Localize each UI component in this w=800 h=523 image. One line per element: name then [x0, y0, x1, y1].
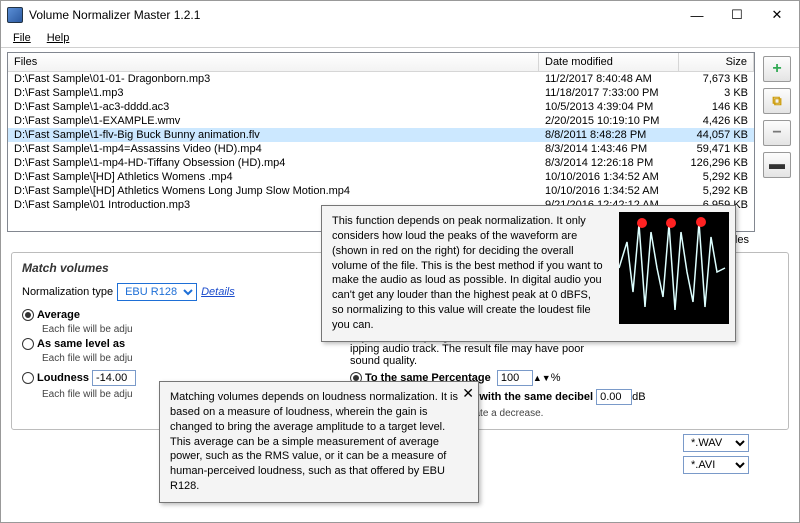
- minimize-button[interactable]: —: [677, 2, 717, 28]
- peak-dot-icon: [637, 218, 647, 228]
- db-input[interactable]: [596, 389, 632, 405]
- peak-dot-icon: [696, 217, 706, 227]
- table-row[interactable]: D:\Fast Sample\[HD] Athletics Womens .mp…: [8, 170, 754, 184]
- radio-icon: [22, 309, 34, 321]
- loudness-tooltip-text: Matching volumes depends on loudness nor…: [160, 382, 478, 502]
- header-files[interactable]: Files: [8, 53, 539, 71]
- radio-same-level[interactable]: As same level as: [22, 338, 332, 350]
- app-icon: [7, 7, 23, 23]
- loudness-tooltip: ✕ Matching volumes depends on loudness n…: [159, 381, 479, 503]
- radio-icon: [22, 338, 34, 350]
- details-link[interactable]: Details: [201, 286, 235, 298]
- table-row[interactable]: D:\Fast Sample\1-ac3-dddd.ac310/5/2013 4…: [8, 100, 754, 114]
- table-row[interactable]: D:\Fast Sample\1-mp4=Assassins Video (HD…: [8, 142, 754, 156]
- side-buttons: + ⧉ − ▬: [755, 52, 793, 232]
- add-folder-button[interactable]: ⧉: [763, 88, 791, 114]
- pct-input[interactable]: [497, 370, 533, 386]
- titlebar: Volume Normalizer Master 1.2.1 — ☐ ✕: [1, 1, 799, 29]
- menu-file[interactable]: File: [5, 30, 39, 46]
- radio-icon: [22, 372, 34, 384]
- table-row[interactable]: D:\Fast Sample\1-mp4-HD-Tiffany Obsessio…: [8, 156, 754, 170]
- tooltip-close-icon[interactable]: ✕: [462, 384, 474, 403]
- normtype-select[interactable]: EBU R128: [117, 283, 197, 301]
- normtype-label: Normalization type: [22, 286, 113, 298]
- adj-text2: ipping audio track. The result file may …: [350, 343, 778, 355]
- table-row[interactable]: D:\Fast Sample\1-EXAMPLE.wmv2/20/2015 10…: [8, 114, 754, 128]
- peak-tooltip-text: This function depends on peak normalizat…: [322, 206, 613, 341]
- average-sub: Each file will be adju: [22, 324, 332, 335]
- menu-help[interactable]: Help: [39, 30, 78, 46]
- header-size[interactable]: Size: [679, 53, 754, 71]
- table-row[interactable]: D:\Fast Sample\1.mp311/18/2017 7:33:00 P…: [8, 86, 754, 100]
- maximize-button[interactable]: ☐: [717, 2, 757, 28]
- peak-dot-icon: [666, 218, 676, 228]
- close-button[interactable]: ✕: [757, 2, 797, 28]
- format-wav-select[interactable]: *.WAV: [683, 434, 749, 452]
- list-header[interactable]: Files Date modified Size: [8, 53, 754, 72]
- radio-average[interactable]: Average: [22, 309, 332, 321]
- table-row[interactable]: D:\Fast Sample\[HD] Athletics Womens Lon…: [8, 184, 754, 198]
- waveform-image: [619, 212, 729, 324]
- header-date[interactable]: Date modified: [539, 53, 679, 71]
- remove-all-button[interactable]: ▬: [763, 152, 791, 178]
- table-row[interactable]: D:\Fast Sample\01-01- Dragonborn.mp311/2…: [8, 72, 754, 86]
- window-title: Volume Normalizer Master 1.2.1: [29, 8, 677, 22]
- menubar: File Help: [1, 29, 799, 48]
- same-level-sub: Each file will be adju: [22, 353, 332, 364]
- adj-text3: sound quality.: [350, 355, 778, 367]
- peak-tooltip: ✕ This function depends on peak normaliz…: [321, 205, 736, 342]
- table-row[interactable]: D:\Fast Sample\1-flv-Big Buck Bunny anim…: [8, 128, 754, 142]
- format-avi-select[interactable]: *.AVI: [683, 456, 749, 474]
- remove-button[interactable]: −: [763, 120, 791, 146]
- add-file-button[interactable]: +: [763, 56, 791, 82]
- loudness-input[interactable]: [92, 370, 136, 386]
